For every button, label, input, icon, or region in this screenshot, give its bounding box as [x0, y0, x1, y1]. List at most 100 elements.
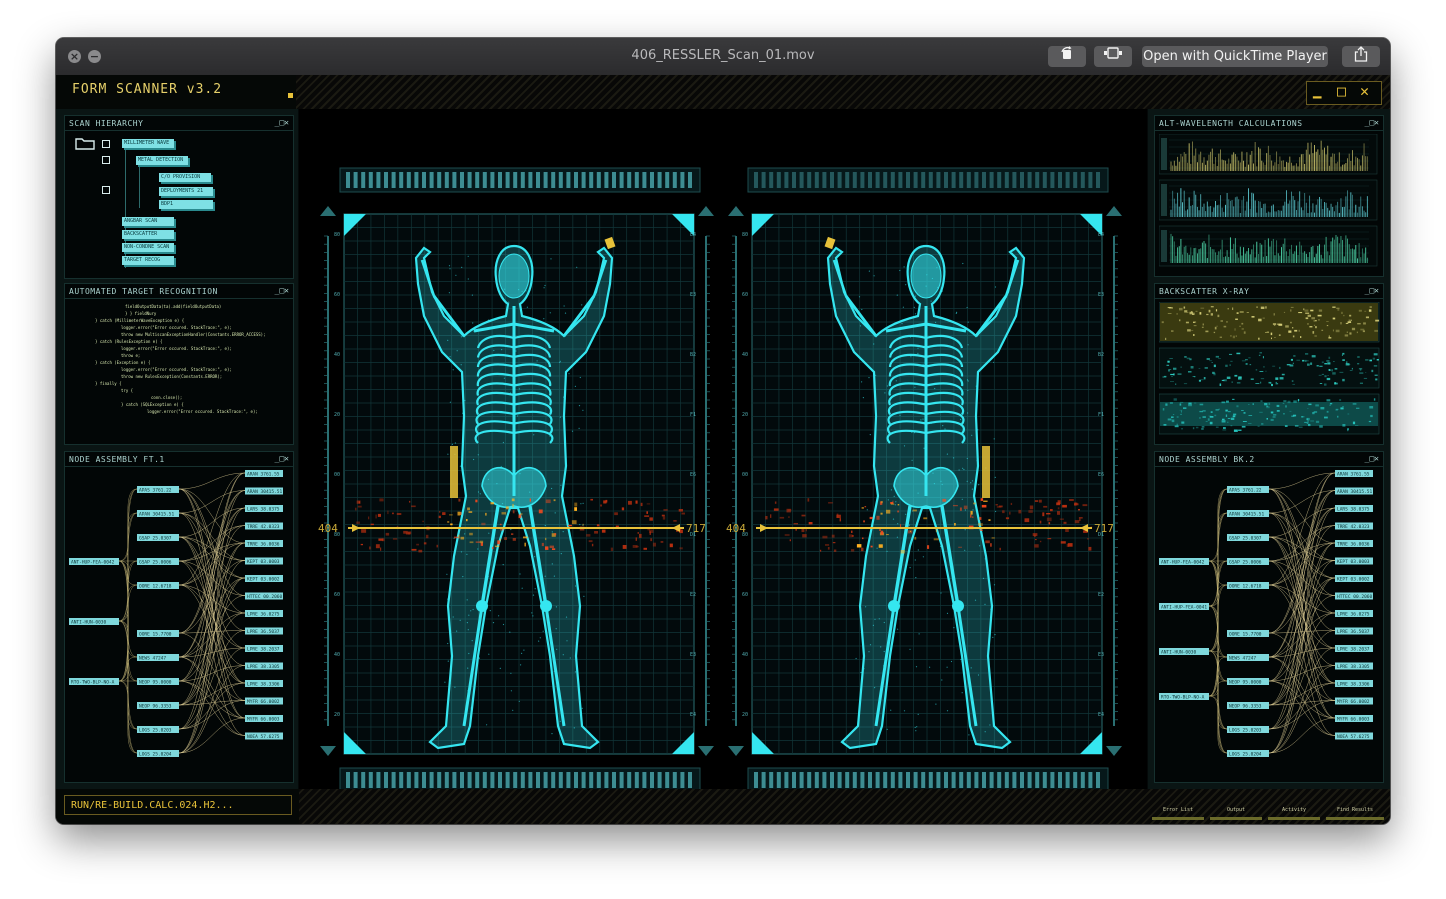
scale-label: 40: [334, 352, 340, 358]
panel-controls[interactable]: _□✕: [275, 286, 289, 295]
band-speck: [368, 516, 370, 520]
point-cloud-dot: [993, 584, 996, 586]
band-speck: [933, 538, 939, 541]
bar-tick: [1035, 172, 1040, 188]
app-minimize-button[interactable]: ▁: [1313, 83, 1321, 99]
node-label: LPRE 38.3305: [247, 664, 280, 670]
node-label: OORE 12.6718: [139, 583, 172, 589]
tree-node[interactable]: MILLIMETER WAVE: [122, 139, 174, 148]
bar-tick: [581, 772, 586, 788]
panel-controls[interactable]: _□✕: [275, 454, 289, 463]
point-cloud-dot: [876, 547, 878, 549]
strip-speck: [1313, 324, 1316, 326]
band-speck: [622, 545, 627, 549]
node-label: KEPT 03.0003: [1337, 559, 1370, 565]
tree-node[interactable]: C/O PROVISION: [159, 173, 211, 182]
panel-controls[interactable]: _□✕: [1365, 118, 1379, 127]
strip-speck: [1179, 409, 1183, 411]
point-cloud-dot: [868, 651, 870, 653]
strip-speck: [1255, 369, 1258, 371]
tree-node[interactable]: TARGET RECOG: [122, 256, 174, 265]
point-cloud-dot: [940, 592, 942, 594]
point-cloud-dot: [534, 383, 537, 385]
point-cloud-dot: [970, 667, 972, 669]
knee: [952, 600, 964, 612]
strip-speck: [1180, 366, 1182, 368]
rotate-button[interactable]: [1048, 46, 1086, 67]
tree-node[interactable]: BACKSCATTER: [122, 230, 174, 239]
strip-speck: [1239, 325, 1241, 327]
node-target: KEPT 03.0003: [245, 557, 283, 565]
point-cloud-dot: [935, 703, 937, 705]
point-cloud-dot: [948, 500, 951, 502]
panel-controls[interactable]: _□✕: [1365, 286, 1379, 295]
tree-node[interactable]: NON-CONDNE SCAN: [122, 243, 174, 252]
node-source: ANTI-HUN-0030: [1159, 648, 1209, 655]
bar-tick: [792, 172, 796, 188]
footer-tab-error-list[interactable]: Error List: [1152, 805, 1204, 820]
trim-button[interactable]: [1094, 46, 1132, 67]
strip-speck: [1300, 336, 1302, 338]
bar-tick: [627, 172, 632, 188]
strip-speck: [1315, 420, 1320, 423]
bar-tick: [754, 772, 758, 788]
strip-speck: [1332, 317, 1336, 320]
point-cloud-dot: [580, 503, 582, 505]
node-label: LPRE 38.2037: [1337, 646, 1370, 652]
point-cloud-dot: [456, 350, 458, 352]
point-cloud-dot: [519, 573, 521, 575]
footer-tab-output[interactable]: Output: [1210, 805, 1262, 820]
node-label: LOGS 25.0204: [1229, 751, 1262, 757]
band-speck: [586, 534, 591, 537]
point-cloud-dot: [542, 630, 544, 632]
band-speck: [935, 528, 937, 533]
tree-expand-box[interactable]: [102, 186, 110, 194]
strip-speck: [1327, 375, 1329, 376]
tree-expand-box[interactable]: [102, 156, 110, 164]
share-icon: [1354, 46, 1368, 62]
band-speck: [886, 509, 891, 514]
app-maximize-button[interactable]: □: [1337, 82, 1346, 100]
point-cloud-dot: [967, 344, 969, 346]
point-cloud-dot: [944, 428, 946, 430]
command-line-input[interactable]: RUN/RE-BUILD.CALC.024.H2...: [64, 795, 292, 815]
tree-node[interactable]: BDP1: [159, 200, 213, 209]
strip-speck: [1326, 325, 1329, 327]
point-cloud-dot: [992, 636, 994, 638]
open-with-quicktime-button[interactable]: Open with QuickTime Player: [1142, 46, 1328, 67]
strip-speck: [1373, 398, 1376, 401]
tree-node[interactable]: METAL DETECTION: [136, 156, 188, 165]
point-cloud-dot: [869, 644, 872, 646]
strip-speck: [1307, 314, 1311, 317]
tree-node[interactable]: ANGBAR SCAN: [122, 217, 174, 226]
band-speck: [1043, 505, 1048, 508]
point-cloud-dot: [471, 640, 473, 642]
strip-speck: [1324, 416, 1328, 419]
strip-speck: [1275, 377, 1279, 380]
node-label: GSAP 25.0307: [1229, 535, 1262, 541]
footer-tab-find-results[interactable]: Find Results: [1326, 805, 1384, 820]
panel-controls[interactable]: _□✕: [275, 118, 289, 127]
point-cloud-dot: [512, 709, 514, 711]
strip-speck: [1298, 329, 1300, 332]
share-button[interactable]: [1342, 46, 1380, 67]
bar-tick: [997, 172, 1002, 188]
strip-speck: [1312, 331, 1315, 334]
panel-controls[interactable]: _□✕: [1365, 454, 1379, 463]
point-cloud-dot: [958, 469, 960, 471]
tree-expand-box[interactable]: [102, 140, 110, 148]
point-cloud-dot: [961, 498, 963, 500]
strip-speck: [1213, 331, 1216, 334]
scan-hierarchy-panel: SCAN HIERARCHY _□✕ MILLIMETER WAVE METAL…: [64, 115, 294, 279]
strip-speck: [1360, 328, 1365, 331]
bar-tick: [444, 172, 449, 188]
strip-speck: [1373, 353, 1378, 356]
app-close-button[interactable]: ✕: [1360, 82, 1369, 100]
strip-speck: [1326, 360, 1330, 362]
chart-axis: [1161, 138, 1167, 170]
strip-speck: [1374, 374, 1378, 376]
footer-tab-activity[interactable]: Activity: [1268, 805, 1320, 820]
band-speck: [1065, 528, 1069, 532]
point-cloud-dot: [946, 710, 949, 712]
tree-node[interactable]: DEPLOYMENTS 21: [159, 187, 213, 196]
